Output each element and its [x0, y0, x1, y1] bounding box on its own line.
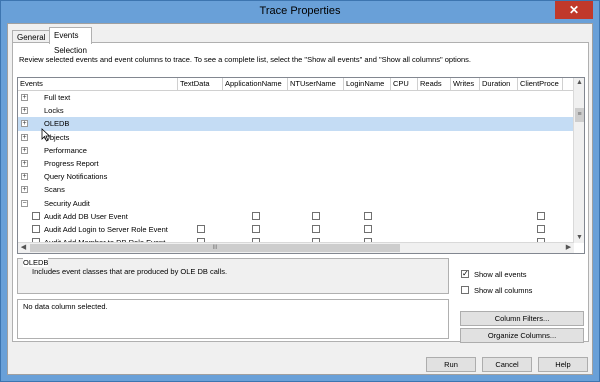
show-all-events-checkbox[interactable]	[461, 269, 469, 278]
category-row[interactable]: + Full text	[18, 91, 574, 104]
events-grid[interactable]: Events TextData ApplicationName NTUserName L…	[17, 77, 585, 254]
category-row[interactable]: + Performance	[18, 144, 574, 157]
horizontal-scroll-thumb[interactable]: III	[30, 244, 400, 252]
column-checkbox[interactable]	[536, 224, 545, 233]
row-label: Query Notifications	[44, 172, 108, 182]
data-column-text: No data column selected.	[23, 302, 108, 311]
dialog-client-area: General Events Selection Review selected…	[7, 23, 593, 375]
organize-columns-button[interactable]: Organize Columns...	[460, 328, 584, 343]
cancel-button[interactable]: Cancel	[482, 357, 532, 372]
expand-icon[interactable]: +	[21, 107, 28, 115]
mouse-cursor-icon	[41, 128, 51, 142]
event-row[interactable]: Audit Add Login to Server Role Event	[18, 223, 574, 236]
description-text: Includes event classes that are produced…	[32, 267, 228, 276]
event-checkbox[interactable]	[32, 211, 40, 220]
show-all-columns-checkbox[interactable]	[461, 286, 469, 294]
column-header[interactable]: Duration	[480, 78, 518, 91]
title-bar[interactable]: Trace Properties ✕	[1, 1, 599, 23]
column-checkbox[interactable]	[363, 224, 372, 233]
column-header[interactable]: CPU	[391, 78, 418, 91]
category-row[interactable]: + Scans	[18, 183, 574, 196]
events-selection-panel: Review selected events and event columns…	[12, 42, 589, 343]
category-row[interactable]: − Security Audit	[18, 197, 574, 210]
scroll-right-arrow-icon[interactable]: ▶	[563, 243, 574, 253]
column-checkbox[interactable]	[363, 211, 372, 220]
column-checkbox[interactable]	[536, 211, 545, 220]
trace-properties-window: Trace Properties ✕ General Events Select…	[0, 0, 600, 382]
event-row[interactable]: Audit Add DB User Event	[18, 210, 574, 223]
row-label: Audit Add DB User Event	[44, 211, 128, 221]
category-row[interactable]: + OLEDB	[18, 117, 574, 131]
instructions-text: Review selected events and event columns…	[19, 55, 471, 64]
window-title: Trace Properties	[259, 5, 341, 17]
expand-icon[interactable]: +	[21, 173, 28, 181]
scroll-down-arrow-icon[interactable]: ▼	[575, 233, 584, 243]
column-header[interactable]: ClientProce	[518, 78, 563, 91]
expand-icon[interactable]: +	[21, 146, 28, 154]
column-header[interactable]: LoginName	[344, 78, 391, 91]
row-label: Full text	[44, 93, 71, 102]
row-label: Performance	[44, 145, 87, 155]
show-all-columns-label: Show all columns	[474, 286, 533, 295]
collapse-icon[interactable]: −	[21, 199, 28, 207]
tab-events-selection[interactable]: Events Selection	[49, 27, 92, 55]
row-label: Scans	[44, 185, 65, 195]
category-row[interactable]: + Progress Report	[18, 157, 574, 170]
horizontal-scrollbar[interactable]: ◀ III ▶	[18, 242, 574, 253]
column-header[interactable]: Reads	[418, 78, 451, 91]
show-all-columns-option[interactable]: Show all columns	[461, 285, 532, 295]
close-button[interactable]: ✕	[555, 1, 593, 19]
row-label: Locks	[44, 106, 64, 116]
scroll-up-arrow-icon[interactable]: ▲	[575, 78, 584, 88]
category-row[interactable]: + Objects	[18, 131, 574, 144]
column-header[interactable]: ApplicationName	[223, 78, 288, 91]
row-label: Progress Report	[44, 158, 99, 168]
expand-icon[interactable]: +	[21, 159, 28, 167]
grid-header: Events TextData ApplicationName NTUserName L…	[18, 78, 574, 91]
column-header[interactable]: Writes	[451, 78, 480, 91]
data-column-info: No data column selected.	[17, 299, 449, 339]
column-checkbox[interactable]	[312, 224, 320, 233]
column-filters-button[interactable]: Column Filters...	[460, 311, 584, 326]
category-row[interactable]: + Locks	[18, 104, 574, 117]
column-checkbox[interactable]	[251, 211, 260, 220]
expand-icon[interactable]: +	[21, 120, 28, 128]
grid-rows: + Full text + Locks + OLEDB + Objects + Performan…	[18, 91, 574, 243]
column-header[interactable]: TextData	[178, 78, 223, 91]
column-checkbox[interactable]	[251, 224, 260, 233]
row-label: Audit Add Login to Server Role Event	[44, 224, 168, 234]
vertical-scroll-thumb[interactable]: ≡	[575, 108, 584, 122]
column-checkbox[interactable]	[196, 224, 205, 233]
expand-icon[interactable]: +	[21, 94, 28, 101]
show-all-events-option[interactable]: Show all events	[461, 269, 527, 279]
show-all-events-label: Show all events	[474, 270, 527, 279]
column-checkbox[interactable]	[312, 211, 320, 220]
column-header[interactable]: Events	[18, 78, 178, 91]
row-label: Security Audit	[44, 198, 90, 208]
vertical-scrollbar[interactable]: ▲ ≡ ▼	[573, 78, 584, 243]
run-button[interactable]: Run	[426, 357, 476, 372]
category-row[interactable]: + Query Notifications	[18, 170, 574, 183]
scroll-left-arrow-icon[interactable]: ◀	[18, 243, 29, 253]
event-checkbox[interactable]	[32, 224, 40, 233]
expand-icon[interactable]: +	[21, 186, 28, 194]
column-header[interactable]: NTUserName	[288, 78, 344, 91]
event-description-group: OLEDB Includes event classes that are pr…	[17, 258, 449, 294]
description-title: OLEDB	[23, 258, 49, 267]
expand-icon[interactable]: +	[21, 133, 28, 141]
help-button[interactable]: Help	[538, 357, 588, 372]
